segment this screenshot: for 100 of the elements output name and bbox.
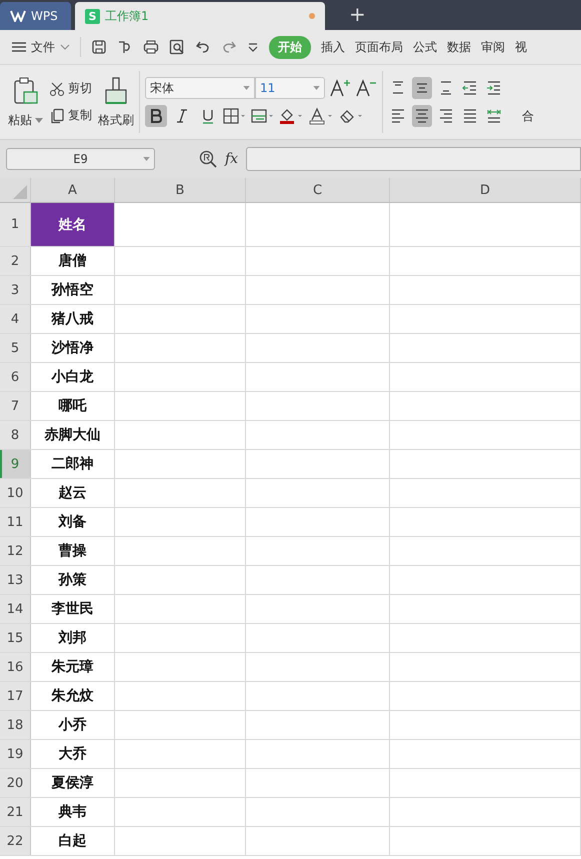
undo-icon[interactable] [195, 39, 211, 55]
table-cell: 唐僧 [31, 247, 115, 275]
table-cell: 沙悟净 [31, 334, 115, 362]
row-header[interactable]: 2 [0, 247, 31, 275]
tab-label: 工作簿1 [105, 8, 150, 24]
row-header[interactable]: 3 [0, 276, 31, 304]
merge-button[interactable]: 合 [522, 108, 534, 124]
document-tab[interactable]: WPS [0, 2, 71, 30]
table-cell: 姓名 [31, 203, 115, 246]
ribbon-tab[interactable]: 视 [515, 36, 527, 58]
fill-color-icon[interactable] [279, 107, 305, 125]
menu-icon [12, 42, 26, 52]
table-cell: 曹操 [31, 537, 115, 565]
table-cell: 典韦 [31, 798, 115, 826]
align-bottom-icon [438, 79, 454, 97]
column-header[interactable]: C [246, 178, 390, 202]
ribbon-tab[interactable]: 页面布局 [355, 36, 403, 58]
row-header[interactable]: 7 [0, 392, 31, 420]
row-header[interactable]: 18 [0, 711, 31, 739]
ribbon-tab[interactable]: 审阅 [481, 36, 505, 58]
table-cell: 白起 [31, 827, 115, 855]
copy-button[interactable]: 复制 [49, 107, 92, 124]
borders-icon[interactable] [223, 108, 247, 124]
tab-label: WPS [31, 9, 59, 23]
row-header[interactable]: 5 [0, 334, 31, 362]
row-header[interactable]: 11 [0, 508, 31, 536]
table-cell: 大乔 [31, 740, 115, 768]
formula-field[interactable] [246, 147, 581, 171]
table-cell: 夏侯淳 [31, 769, 115, 797]
table-cell: 哪吒 [31, 392, 115, 420]
save-icon[interactable] [91, 39, 107, 55]
row-header[interactable]: 17 [0, 682, 31, 710]
underline-icon [201, 108, 215, 124]
row-header[interactable]: 22 [0, 827, 31, 855]
row-header[interactable]: 1 [0, 203, 31, 246]
row-header[interactable]: 13 [0, 566, 31, 594]
row-header[interactable]: 21 [0, 798, 31, 826]
conditional-format-icon[interactable] [251, 108, 275, 124]
row-header[interactable]: 15 [0, 624, 31, 652]
zoom-icon[interactable] [199, 150, 217, 168]
ribbon-tab[interactable]: 插入 [321, 36, 345, 58]
row-header[interactable]: 8 [0, 421, 31, 449]
table-cell: 刘邦 [31, 624, 115, 652]
column-header[interactable]: B [115, 178, 246, 202]
cell-reference-field[interactable]: E9 [6, 148, 155, 170]
dropdown-icon[interactable] [247, 41, 259, 53]
row-header[interactable]: 14 [0, 595, 31, 623]
table-cell: 李世民 [31, 595, 115, 623]
unsaved-dot [309, 13, 315, 19]
row-header[interactable]: 12 [0, 537, 31, 565]
paste-button[interactable]: 粘贴 [8, 76, 43, 128]
font-size-field[interactable]: 11 [255, 77, 325, 99]
caret-icon [313, 86, 320, 90]
table-cell: 小白龙 [31, 363, 115, 391]
print-icon[interactable] [143, 39, 159, 55]
ribbon-tab[interactable]: 数据 [447, 36, 471, 58]
row-header[interactable]: 19 [0, 740, 31, 768]
align-left-icon [390, 107, 406, 125]
table-cell: 猪八戒 [31, 305, 115, 333]
increase-font-size-icon[interactable] [329, 78, 351, 98]
brush-icon [103, 76, 129, 106]
bold-button[interactable] [145, 105, 167, 127]
table-cell: 孙悟空 [31, 276, 115, 304]
row-header[interactable]: 10 [0, 479, 31, 507]
table-cell: 朱元璋 [31, 653, 115, 681]
table-cell: 赵云 [31, 479, 115, 507]
triangle-icon [13, 185, 27, 199]
align-right-icon [438, 107, 454, 125]
align-distribute-icon [486, 107, 502, 125]
decrease-font-size-icon[interactable] [355, 78, 377, 98]
align-center-button[interactable] [412, 105, 432, 127]
format-painter-button[interactable]: 格式刷 [98, 76, 134, 128]
new-tab-button[interactable]: + [349, 2, 366, 26]
redo-icon[interactable] [221, 39, 237, 55]
copy-icon [49, 108, 65, 124]
row-header[interactable]: 4 [0, 305, 31, 333]
caret-icon [35, 118, 43, 122]
wps-logo-icon [10, 10, 26, 22]
align-middle-button[interactable] [412, 77, 432, 99]
print-preview-icon[interactable] [169, 39, 185, 55]
ribbon-tab[interactable]: 公式 [413, 36, 437, 58]
align-indent-icon [486, 79, 502, 97]
table-cell: 二郎神 [31, 450, 115, 478]
table-cell: 孙策 [31, 566, 115, 594]
font-name-field[interactable]: 宋体 [145, 77, 255, 99]
align-justify-icon [462, 107, 478, 125]
font-color-icon[interactable] [309, 107, 335, 125]
file-menu[interactable]: 文件 [12, 38, 70, 56]
row-header[interactable]: 6 [0, 363, 31, 391]
column-header[interactable]: A [31, 178, 115, 202]
table-cell: 朱允炆 [31, 682, 115, 710]
function-label[interactable]: fx [225, 151, 238, 167]
row-header[interactable]: 16 [0, 653, 31, 681]
caret-icon [143, 157, 150, 161]
cut-button[interactable]: 剪切 [49, 80, 92, 97]
table-cell: 赤脚大仙 [31, 421, 115, 449]
sheet-icon: S [85, 8, 100, 24]
italic-icon [175, 108, 189, 124]
row-header[interactable]: 20 [0, 769, 31, 797]
column-header[interactable]: D [390, 178, 581, 202]
